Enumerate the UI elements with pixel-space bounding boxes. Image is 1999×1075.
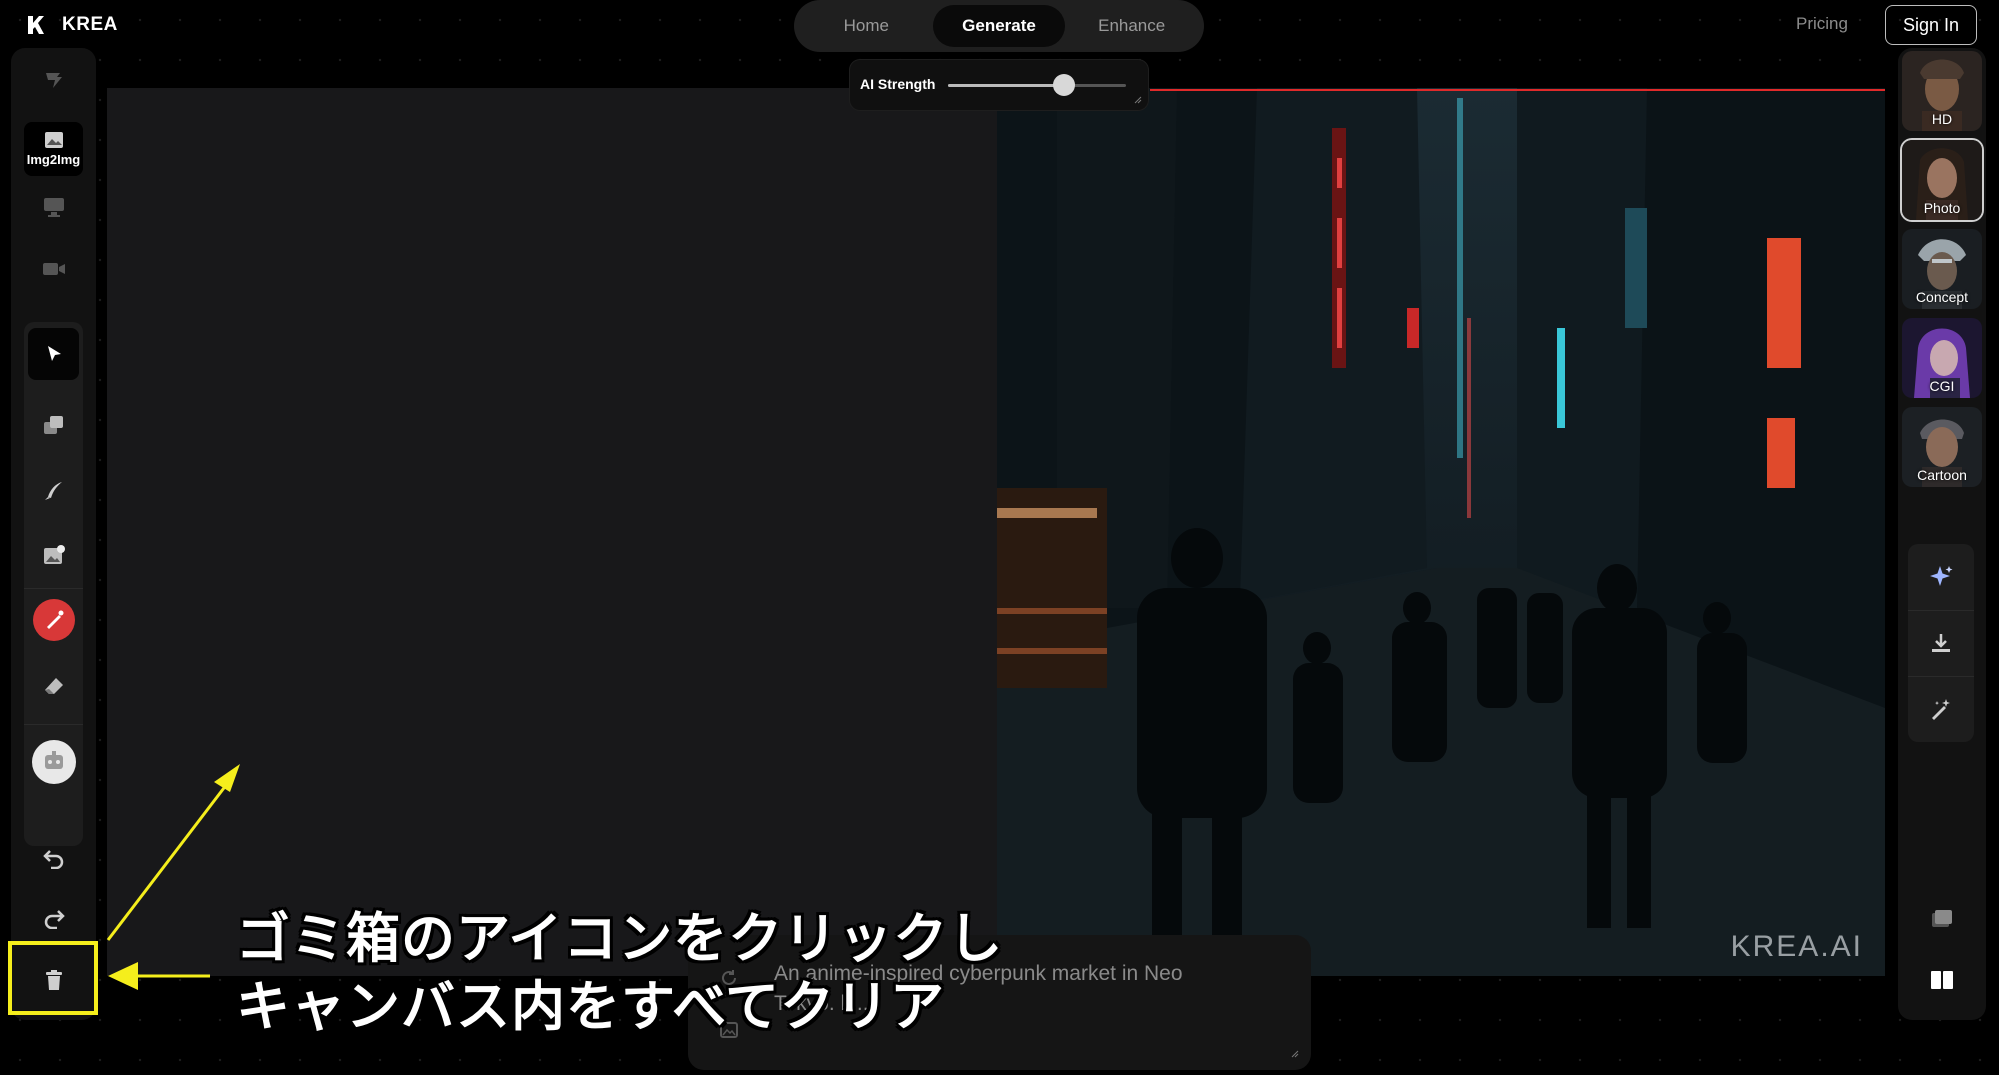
annotation-caption: ゴミ箱のアイコンをクリックし キャンバス内をすべてクリア [236, 905, 1003, 1041]
annotation-line-2: キャンバス内をすべてクリア [236, 977, 946, 1037]
annotation-line-1: ゴミ箱のアイコンをクリックし [236, 909, 1004, 969]
